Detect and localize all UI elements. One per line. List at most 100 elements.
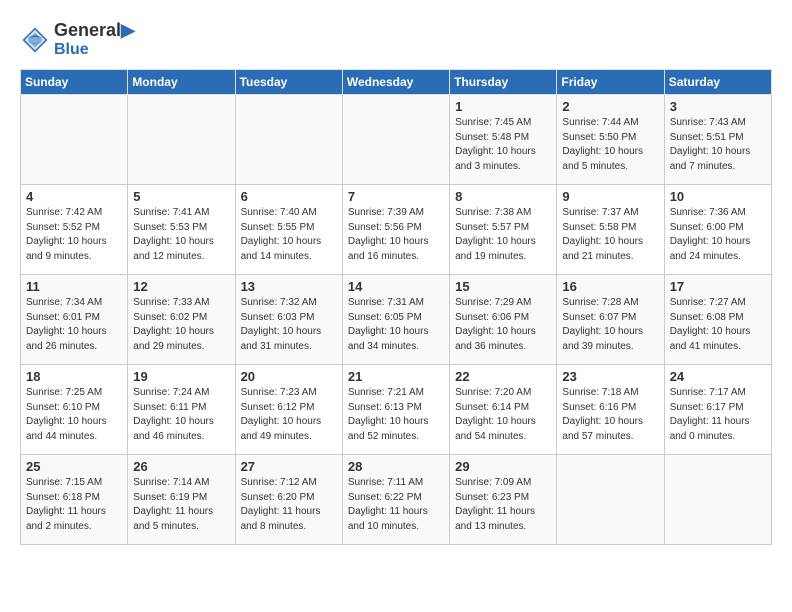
day-cell (342, 95, 449, 185)
col-header-thursday: Thursday (450, 70, 557, 95)
day-cell (664, 455, 771, 545)
day-number: 3 (670, 99, 766, 114)
day-cell: 22 Sunrise: 7:20 AM Sunset: 6:14 PM Dayli… (450, 365, 557, 455)
day-cell: 11 Sunrise: 7:34 AM Sunset: 6:01 PM Dayli… (21, 275, 128, 365)
day-number: 24 (670, 369, 766, 384)
day-info: Sunrise: 7:44 AM Sunset: 5:50 PM Dayligh… (562, 116, 658, 174)
day-info: Sunrise: 7:42 AM Sunset: 5:52 PM Dayligh… (26, 206, 122, 264)
day-number: 1 (455, 99, 551, 114)
day-cell: 19Sunrise: 7:24 AM Sunset: 6:11 PM Dayli… (128, 365, 235, 455)
col-header-monday: Monday (128, 70, 235, 95)
day-cell: 21 Sunrise: 7:21 AM Sunset: 6:13 PM Dayli… (342, 365, 449, 455)
page-header: General▶ Blue (20, 20, 772, 59)
day-info: Sunrise: 7:20 AM Sunset: 6:14 PM Dayligh… (455, 386, 551, 444)
week-row-2: 4 Sunrise: 7:42 AM Sunset: 5:52 PM Daylig… (21, 185, 772, 275)
day-number: 9 (562, 189, 658, 204)
day-cell (557, 455, 664, 545)
day-info: Sunrise: 7:29 AM Sunset: 6:06 PM Dayligh… (455, 296, 551, 354)
day-info: Sunrise: 7:28 AM Sunset: 6:07 PM Dayligh… (562, 296, 658, 354)
day-info: Sunrise: 7:34 AM Sunset: 6:01 PM Dayligh… (26, 296, 122, 354)
day-cell: 28 Sunrise: 7:11 AM Sunset: 6:22 PM Dayli… (342, 455, 449, 545)
day-number: 10 (670, 189, 766, 204)
day-cell: 10 Sunrise: 7:36 AM Sunset: 6:00 PM Dayli… (664, 185, 771, 275)
day-cell (235, 95, 342, 185)
day-number: 25 (26, 459, 122, 474)
day-number: 11 (26, 279, 122, 294)
day-number: 28 (348, 459, 444, 474)
day-cell: 4 Sunrise: 7:42 AM Sunset: 5:52 PM Daylig… (21, 185, 128, 275)
day-number: 19 (133, 369, 229, 384)
day-info: Sunrise: 7:45 AM Sunset: 5:48 PM Dayligh… (455, 116, 551, 174)
column-headers: SundayMondayTuesdayWednesdayThursdayFrid… (21, 70, 772, 95)
day-info: Sunrise: 7:15 AM Sunset: 6:18 PM Dayligh… (26, 476, 122, 534)
day-cell: 23 Sunrise: 7:18 AM Sunset: 6:16 PM Dayli… (557, 365, 664, 455)
logo-text: General▶ Blue (54, 20, 135, 59)
day-cell: 5 Sunrise: 7:41 AM Sunset: 5:53 PM Daylig… (128, 185, 235, 275)
col-header-tuesday: Tuesday (235, 70, 342, 95)
day-cell: 6Sunrise: 7:40 AM Sunset: 5:55 PM Daylig… (235, 185, 342, 275)
day-number: 14 (348, 279, 444, 294)
day-info: Sunrise: 7:31 AM Sunset: 6:05 PM Dayligh… (348, 296, 444, 354)
week-row-4: 18Sunrise: 7:25 AM Sunset: 6:10 PM Dayli… (21, 365, 772, 455)
logo-icon (20, 25, 50, 55)
week-row-1: 1 Sunrise: 7:45 AM Sunset: 5:48 PM Daylig… (21, 95, 772, 185)
day-cell: 8Sunrise: 7:38 AM Sunset: 5:57 PM Daylig… (450, 185, 557, 275)
day-number: 13 (241, 279, 337, 294)
col-header-sunday: Sunday (21, 70, 128, 95)
day-cell: 29Sunrise: 7:09 AM Sunset: 6:23 PM Dayli… (450, 455, 557, 545)
day-number: 8 (455, 189, 551, 204)
day-number: 5 (133, 189, 229, 204)
day-number: 15 (455, 279, 551, 294)
day-info: Sunrise: 7:21 AM Sunset: 6:13 PM Dayligh… (348, 386, 444, 444)
col-header-wednesday: Wednesday (342, 70, 449, 95)
day-cell: 16 Sunrise: 7:28 AM Sunset: 6:07 PM Dayli… (557, 275, 664, 365)
day-info: Sunrise: 7:12 AM Sunset: 6:20 PM Dayligh… (241, 476, 337, 534)
day-info: Sunrise: 7:40 AM Sunset: 5:55 PM Dayligh… (241, 206, 337, 264)
day-cell (21, 95, 128, 185)
week-row-5: 25 Sunrise: 7:15 AM Sunset: 6:18 PM Dayli… (21, 455, 772, 545)
day-cell: 12 Sunrise: 7:33 AM Sunset: 6:02 PM Dayli… (128, 275, 235, 365)
day-info: Sunrise: 7:43 AM Sunset: 5:51 PM Dayligh… (670, 116, 766, 174)
day-cell: 20 Sunrise: 7:23 AM Sunset: 6:12 PM Dayli… (235, 365, 342, 455)
day-number: 4 (26, 189, 122, 204)
day-info: Sunrise: 7:41 AM Sunset: 5:53 PM Dayligh… (133, 206, 229, 264)
day-cell: 27 Sunrise: 7:12 AM Sunset: 6:20 PM Dayli… (235, 455, 342, 545)
day-number: 20 (241, 369, 337, 384)
logo: General▶ Blue (20, 20, 135, 59)
day-info: Sunrise: 7:27 AM Sunset: 6:08 PM Dayligh… (670, 296, 766, 354)
day-number: 29 (455, 459, 551, 474)
day-info: Sunrise: 7:36 AM Sunset: 6:00 PM Dayligh… (670, 206, 766, 264)
day-number: 17 (670, 279, 766, 294)
day-number: 16 (562, 279, 658, 294)
day-cell: 17 Sunrise: 7:27 AM Sunset: 6:08 PM Dayli… (664, 275, 771, 365)
day-cell: 15 Sunrise: 7:29 AM Sunset: 6:06 PM Dayli… (450, 275, 557, 365)
day-cell: 14 Sunrise: 7:31 AM Sunset: 6:05 PM Dayli… (342, 275, 449, 365)
day-number: 22 (455, 369, 551, 384)
day-cell: 24Sunrise: 7:17 AM Sunset: 6:17 PM Dayli… (664, 365, 771, 455)
day-cell: 3 Sunrise: 7:43 AM Sunset: 5:51 PM Daylig… (664, 95, 771, 185)
day-number: 26 (133, 459, 229, 474)
week-row-3: 11 Sunrise: 7:34 AM Sunset: 6:01 PM Dayli… (21, 275, 772, 365)
day-number: 7 (348, 189, 444, 204)
day-info: Sunrise: 7:33 AM Sunset: 6:02 PM Dayligh… (133, 296, 229, 354)
day-info: Sunrise: 7:37 AM Sunset: 5:58 PM Dayligh… (562, 206, 658, 264)
day-cell (128, 95, 235, 185)
day-cell: 18Sunrise: 7:25 AM Sunset: 6:10 PM Dayli… (21, 365, 128, 455)
day-number: 12 (133, 279, 229, 294)
day-info: Sunrise: 7:39 AM Sunset: 5:56 PM Dayligh… (348, 206, 444, 264)
day-number: 27 (241, 459, 337, 474)
day-info: Sunrise: 7:18 AM Sunset: 6:16 PM Dayligh… (562, 386, 658, 444)
day-cell: 26Sunrise: 7:14 AM Sunset: 6:19 PM Dayli… (128, 455, 235, 545)
day-cell: 25 Sunrise: 7:15 AM Sunset: 6:18 PM Dayli… (21, 455, 128, 545)
day-info: Sunrise: 7:25 AM Sunset: 6:10 PM Dayligh… (26, 386, 122, 444)
col-header-friday: Friday (557, 70, 664, 95)
calendar-table: SundayMondayTuesdayWednesdayThursdayFrid… (20, 69, 772, 545)
day-cell: 1 Sunrise: 7:45 AM Sunset: 5:48 PM Daylig… (450, 95, 557, 185)
day-info: Sunrise: 7:23 AM Sunset: 6:12 PM Dayligh… (241, 386, 337, 444)
day-info: Sunrise: 7:11 AM Sunset: 6:22 PM Dayligh… (348, 476, 444, 534)
day-number: 23 (562, 369, 658, 384)
day-cell: 2Sunrise: 7:44 AM Sunset: 5:50 PM Daylig… (557, 95, 664, 185)
day-info: Sunrise: 7:32 AM Sunset: 6:03 PM Dayligh… (241, 296, 337, 354)
day-cell: 9 Sunrise: 7:37 AM Sunset: 5:58 PM Daylig… (557, 185, 664, 275)
day-number: 21 (348, 369, 444, 384)
